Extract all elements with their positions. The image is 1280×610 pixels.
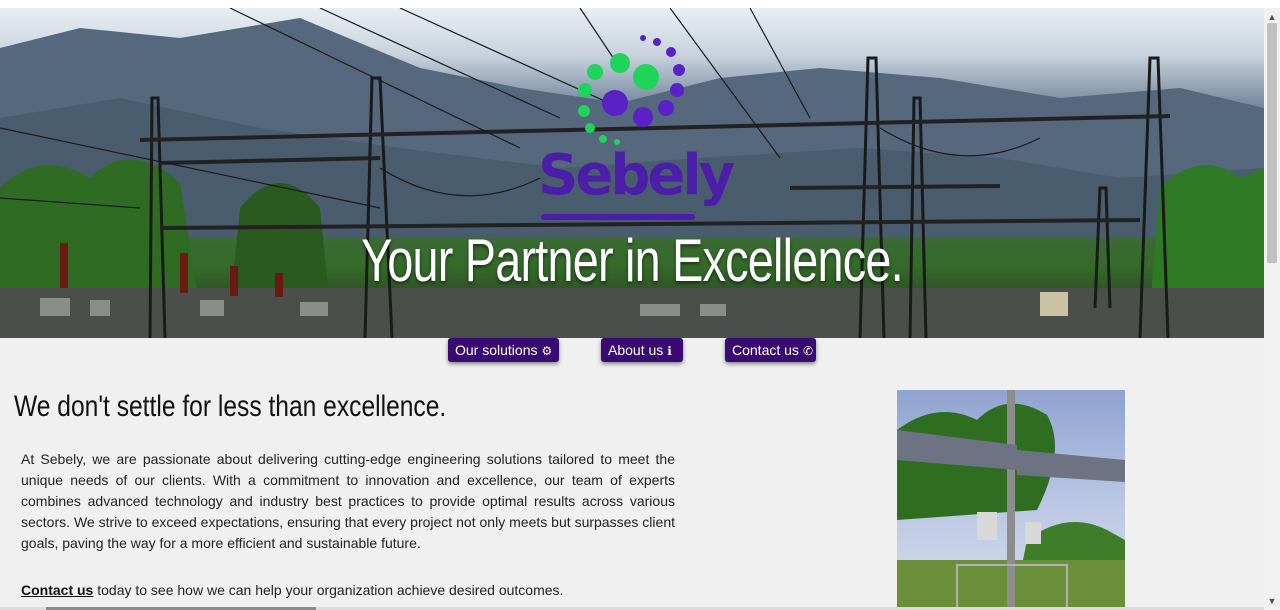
brand-name: Sebely	[538, 143, 735, 208]
section-heading: We don't settle for less than excellence…	[14, 390, 447, 423]
about-paragraph: At Sebely, we are passionate about deliv…	[21, 451, 675, 551]
phone-icon: ✆	[802, 344, 813, 358]
brand-underline	[541, 214, 695, 220]
solar-monitoring-station-photo	[897, 390, 1125, 610]
scroll-down-arrow-icon[interactable]: ▼	[1264, 594, 1280, 608]
scroll-thumb[interactable]	[1267, 23, 1277, 263]
scroll-up-arrow-icon[interactable]: ▲	[1264, 10, 1280, 24]
top-strip	[0, 0, 1280, 8]
about-us-button[interactable]: About us ℹ	[601, 338, 683, 362]
cta-text: today to see how we can help your organi…	[93, 582, 564, 598]
hero-tagline: Your Partner in Excellence.	[361, 227, 904, 294]
gears-icon: ⚙	[541, 344, 553, 358]
contact-us-button[interactable]: Contact us ✆	[725, 338, 816, 362]
vertical-scrollbar[interactable]: ▲ ▼	[1264, 8, 1280, 610]
info-circle-icon: ℹ	[667, 344, 672, 358]
our-solutions-label: Our solutions	[455, 342, 538, 358]
contact-us-link[interactable]: Contact us	[21, 582, 93, 598]
our-solutions-button[interactable]: Our solutions ⚙	[448, 338, 559, 362]
cta-line: Contact us today to see how we can help …	[21, 582, 563, 598]
about-us-label: About us	[608, 342, 664, 358]
contact-us-label: Contact us	[732, 342, 799, 358]
hero-banner: Sebely Your Partner in Excellence.	[0, 8, 1264, 338]
